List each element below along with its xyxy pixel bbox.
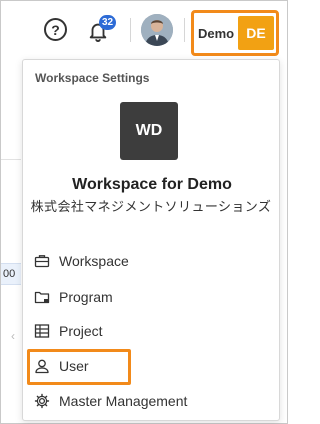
menu-item-user[interactable]: User bbox=[33, 352, 269, 380]
avatar[interactable] bbox=[141, 14, 173, 46]
background-cell-text: 00 bbox=[3, 268, 16, 280]
notifications-button[interactable]: 32 bbox=[85, 13, 119, 47]
menu-item-label: Program bbox=[59, 289, 113, 305]
gear-icon bbox=[33, 392, 51, 410]
background-divider bbox=[1, 159, 21, 160]
menu-item-master-management[interactable]: Master Management bbox=[33, 387, 269, 415]
workspace-settings-dropdown: Workspace Settings WD Workspace for Demo… bbox=[22, 59, 280, 421]
account-name: Demo bbox=[198, 26, 235, 41]
chevron-left-icon: ‹ bbox=[11, 329, 15, 343]
menu-item-label: Master Management bbox=[59, 393, 188, 409]
top-bar: ? 32 Demo DE bbox=[1, 1, 289, 61]
project-icon bbox=[33, 322, 51, 340]
workspace-company: 株式会社マネジメントソリューションズ bbox=[30, 199, 272, 214]
app-frame: ? 32 Demo DE 00 ‹ Workspace Settings WD … bbox=[0, 0, 288, 424]
workspace-logo: WD bbox=[120, 102, 178, 160]
workspace-logo-text: WD bbox=[135, 122, 163, 139]
section-title: Workspace Settings bbox=[35, 71, 150, 85]
account-menu-button[interactable]: Demo DE bbox=[191, 10, 279, 56]
menu-item-program[interactable]: Program bbox=[33, 283, 269, 311]
account-initials: DE bbox=[238, 16, 274, 50]
divider bbox=[184, 18, 185, 42]
menu-item-workspace[interactable]: Workspace bbox=[33, 247, 269, 275]
workspace-name: Workspace for Demo bbox=[72, 176, 232, 193]
menu-item-label: User bbox=[59, 358, 89, 374]
help-icon[interactable]: ? bbox=[44, 18, 67, 41]
briefcase-icon bbox=[33, 252, 51, 270]
menu-item-project[interactable]: Project bbox=[33, 317, 269, 345]
notification-badge: 32 bbox=[99, 15, 117, 30]
avatar-photo bbox=[141, 14, 173, 46]
background-table-cell: 00 bbox=[1, 263, 21, 285]
help-glyph: ? bbox=[51, 21, 60, 38]
user-icon bbox=[33, 357, 51, 375]
menu-item-label: Project bbox=[59, 323, 103, 339]
folder-icon bbox=[33, 288, 51, 306]
divider bbox=[130, 18, 131, 42]
menu-item-label: Workspace bbox=[59, 253, 129, 269]
